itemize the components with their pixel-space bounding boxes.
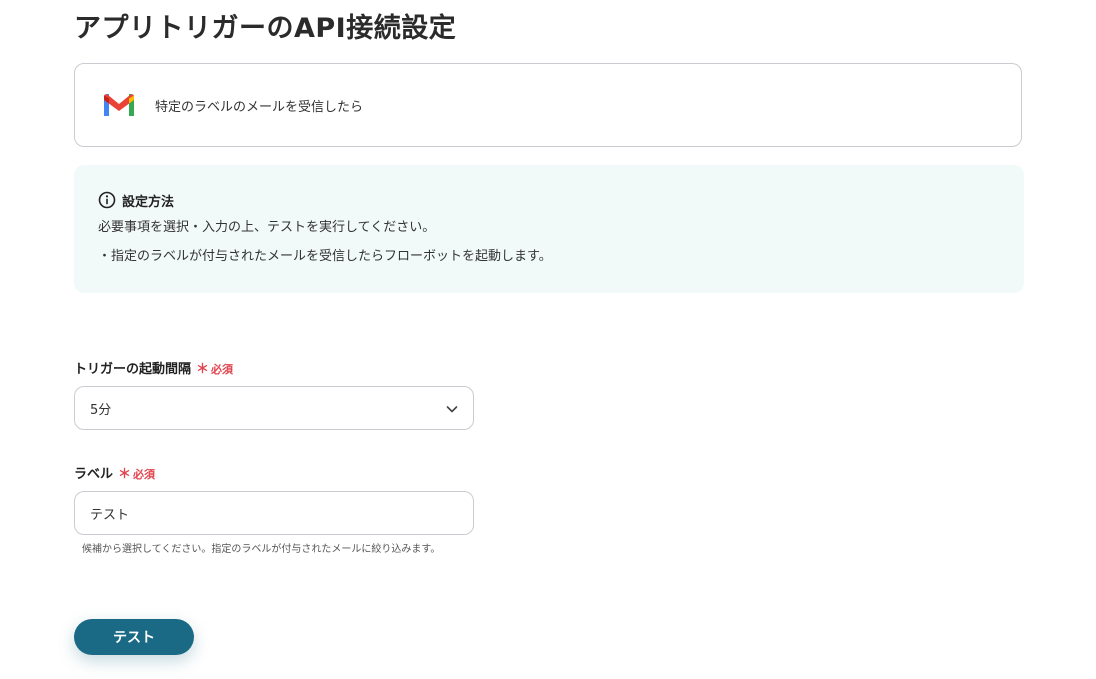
- instructions-line: 必要事項を選択・入力の上、テストを実行してください。: [98, 220, 436, 235]
- interval-label-text: トリガーの起動間隔: [74, 362, 192, 377]
- page: アプリトリガーのAPI接続設定 特定のラベルのメールを受信したら 設定方法 必要…: [0, 0, 1096, 679]
- required-asterisk: ＊: [196, 362, 210, 377]
- instructions-header: 設定方法: [98, 189, 1000, 211]
- required-text: 必須: [133, 468, 156, 481]
- instructions-title: 設定方法: [122, 194, 175, 210]
- label-field-label: ラベル ＊必須: [74, 463, 155, 482]
- required-badge: ＊必須: [196, 358, 233, 377]
- label-label-text: ラベル: [74, 467, 114, 482]
- gmail-icon: [104, 94, 134, 116]
- label-input[interactable]: [74, 491, 474, 535]
- app-trigger-card: 特定のラベルのメールを受信したら: [74, 63, 1022, 147]
- interval-selected-value: 5分: [90, 402, 112, 418]
- required-badge: ＊必須: [118, 463, 155, 482]
- required-asterisk: ＊: [118, 467, 132, 482]
- page-title: アプリトリガーのAPI接続設定: [74, 13, 457, 44]
- interval-select[interactable]: 5分: [74, 386, 474, 430]
- chevron-down-icon: [446, 406, 458, 413]
- instructions-line: ・指定のラベルが付与されたメールを受信したらフローボットを起動します。: [98, 249, 552, 264]
- interval-field-label: トリガーの起動間隔 ＊必須: [74, 358, 233, 377]
- test-button[interactable]: テスト: [74, 619, 194, 655]
- instructions-panel: 設定方法 必要事項を選択・入力の上、テストを実行してください。 ・指定のラベルが…: [74, 165, 1024, 293]
- label-hint: 候補から選択してください。指定のラベルが付与されたメールに絞り込みます。: [82, 544, 441, 555]
- required-text: 必須: [211, 363, 234, 376]
- info-circle-icon: [98, 191, 116, 209]
- app-trigger-label: 特定のラベルのメールを受信したら: [155, 99, 364, 115]
